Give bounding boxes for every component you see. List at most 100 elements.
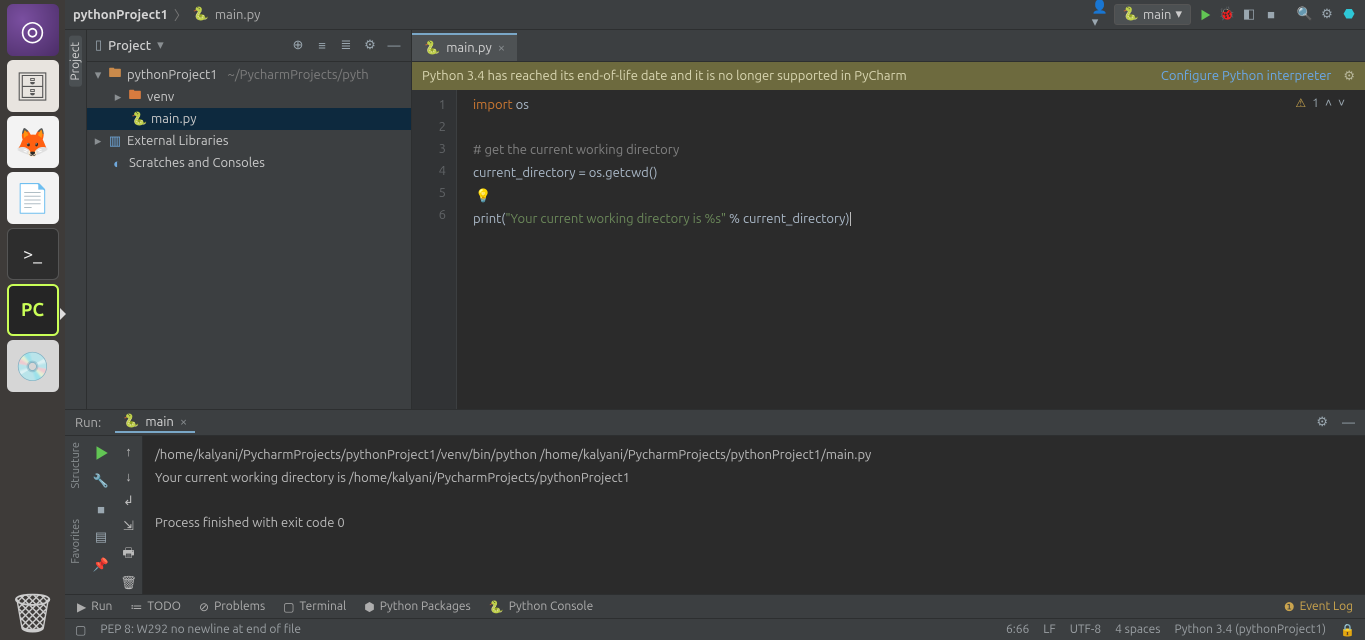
prev-highlight-icon[interactable]: ˄ (1325, 96, 1332, 110)
launcher-disc[interactable]: 💿 (7, 340, 59, 392)
warning-icon: ⚠ (1295, 96, 1306, 110)
status-cursor-position[interactable]: 6:66 (1006, 623, 1029, 636)
run-tool-window: Run: 🐍 main × ⚙ — Structure Favorites 🔧 (65, 409, 1365, 594)
banner-settings-icon[interactable]: ⚙ (1343, 69, 1355, 84)
chevron-down-icon[interactable]: ▾ (157, 38, 164, 53)
launcher-ubuntu[interactable]: ◎ (7, 4, 59, 56)
tree-mainpy[interactable]: 🐍 main.py (87, 108, 411, 130)
library-icon: ▥ (107, 134, 123, 149)
project-tool-button[interactable]: Project (69, 36, 82, 87)
rerun-button[interactable] (92, 444, 110, 462)
chevron-down-icon[interactable]: ▾ (93, 68, 103, 83)
code-string: "Your current working directory is %s" (505, 212, 726, 226)
settings-button[interactable]: ⚙ (1319, 7, 1335, 23)
chevron-down-icon: ▾ (1175, 7, 1182, 22)
code-with-me-button[interactable]: ⬣ (1341, 7, 1357, 23)
scroll-end-button[interactable]: ⇲ (123, 519, 134, 534)
launcher-trash[interactable]: 🗑 (7, 588, 59, 640)
launcher-terminal[interactable]: >_ (7, 228, 59, 280)
tree-venv[interactable]: ▸ 🖿 venv (87, 86, 411, 108)
line-number: 1 (412, 94, 446, 116)
bottom-tool-bar: ▶ Run ≔ TODO ⊘ Problems ▢ Terminal ⬢ Pyt… (65, 594, 1365, 618)
chevron-right-icon[interactable]: ▸ (93, 134, 103, 149)
hide-panel-icon[interactable]: — (385, 37, 403, 55)
terminal-tool-button[interactable]: ▢ Terminal (283, 600, 346, 614)
bt-label: Problems (214, 600, 265, 613)
problems-tool-button[interactable]: ⊘ Problems (199, 600, 265, 614)
chevron-right-icon: 〉 (174, 5, 187, 24)
editor-gutter: 1 2 3 4 5 6 (412, 90, 457, 409)
layout-button[interactable]: ▤ (92, 528, 110, 546)
configure-interpreter-link[interactable]: Configure Python interpreter (1161, 69, 1331, 83)
status-bar: ▢ PEP 8: W292 no newline at end of file … (65, 618, 1365, 640)
run-settings-icon[interactable]: ⚙ (1316, 415, 1328, 430)
run-coverage-button[interactable]: ◧ (1241, 7, 1257, 23)
pin-button[interactable]: 📌 (92, 556, 110, 574)
code-editor[interactable]: 1 2 3 4 5 6 import os # get the current … (412, 90, 1365, 409)
status-encoding[interactable]: UTF-8 (1070, 623, 1101, 636)
readonly-lock-icon[interactable]: 🔒 (1340, 623, 1355, 637)
python-console-tool-button[interactable]: 🐍 Python Console (489, 600, 593, 614)
tree-root-label: pythonProject1 (127, 68, 218, 82)
project-view-title[interactable]: Project (108, 39, 151, 53)
run-tab-main[interactable]: 🐍 main × (115, 412, 195, 433)
print-button[interactable]: 🖶 (122, 544, 134, 566)
locate-icon[interactable]: ⊕ (289, 37, 307, 55)
tree-scratches-label: Scratches and Consoles (129, 156, 265, 170)
status-tool-icon[interactable]: ▢ (75, 623, 86, 637)
search-everywhere-button[interactable]: 🔍 (1297, 7, 1313, 23)
structure-tool-button[interactable]: Structure (70, 442, 82, 489)
intention-bulb-icon[interactable]: 💡 (475, 189, 491, 203)
add-user-icon[interactable]: 👤▾ (1092, 7, 1108, 23)
code-content[interactable]: import os # get the current working dire… (457, 90, 1365, 409)
code-text: os (513, 98, 529, 112)
close-icon[interactable]: × (180, 415, 187, 429)
event-log-button[interactable]: ❶ Event Log (1284, 600, 1353, 614)
panel-settings-icon[interactable]: ⚙ (361, 37, 379, 55)
next-highlight-icon[interactable]: ˅ (1338, 96, 1345, 110)
tab-mainpy[interactable]: 🐍 main.py × (412, 33, 517, 61)
code-func: print (473, 212, 501, 226)
project-view-icon: ▯ (95, 38, 102, 53)
navigation-bar: pythonProject1 〉 🐍 main.py 👤▾ 🐍 main ▾ 🐞… (65, 0, 1365, 30)
launcher-writer[interactable]: 📄 (7, 172, 59, 224)
chevron-right-icon[interactable]: ▸ (113, 90, 123, 105)
down-stack-button[interactable]: ↓ (125, 469, 132, 484)
line-number: 3 (412, 138, 446, 160)
launcher-pycharm[interactable]: PC (7, 284, 59, 336)
clear-button[interactable]: 🗑 (120, 576, 137, 591)
soft-wrap-button[interactable]: ↲ (123, 494, 134, 509)
breadcrumb-project[interactable]: pythonProject1 (73, 8, 168, 22)
folder-icon: 🖿 (107, 64, 123, 86)
stop-button[interactable]: ■ (1263, 7, 1279, 23)
status-interpreter[interactable]: Python 3.4 (pythonProject1) (1174, 623, 1326, 636)
collapse-all-icon[interactable]: ≣ (337, 37, 355, 55)
code-comment: # get the current working directory (473, 143, 679, 157)
run-console-output[interactable]: /home/kalyani/PycharmProjects/pythonProj… (143, 436, 1365, 594)
up-stack-button[interactable]: ↑ (125, 444, 132, 459)
tree-venv-label: venv (147, 90, 174, 104)
inspection-widget[interactable]: ⚠ 1 ˄ ˅ (1295, 96, 1345, 110)
status-line-separator[interactable]: LF (1043, 623, 1055, 636)
run-cmd-line: /home/kalyani/PycharmProjects/pythonProj… (155, 448, 871, 462)
project-tree[interactable]: ▾ 🖿 pythonProject1 ~/PycharmProjects/pyt… (87, 62, 411, 409)
run-button[interactable] (1197, 7, 1213, 23)
stop-button[interactable]: ■ (92, 500, 110, 518)
expand-all-icon[interactable]: ≡ (313, 37, 331, 55)
tree-root[interactable]: ▾ 🖿 pythonProject1 ~/PycharmProjects/pyt… (87, 64, 411, 86)
python-packages-tool-button[interactable]: ⬢ Python Packages (364, 600, 471, 614)
tree-external-libs[interactable]: ▸ ▥ External Libraries (87, 130, 411, 152)
run-tool-button[interactable]: ▶ Run (77, 600, 112, 614)
tree-scratches[interactable]: ◐ Scratches and Consoles (87, 152, 411, 174)
status-indent[interactable]: 4 spaces (1115, 623, 1160, 636)
todo-tool-button[interactable]: ≔ TODO (130, 600, 181, 614)
run-settings-button[interactable]: 🔧 (92, 472, 110, 490)
favorites-tool-button[interactable]: Favorites (70, 519, 82, 564)
launcher-files[interactable]: 🗄 (7, 60, 59, 112)
breadcrumb-file[interactable]: main.py (215, 8, 261, 22)
launcher-firefox[interactable]: 🦊 (7, 116, 59, 168)
hide-run-icon[interactable]: — (1342, 416, 1355, 430)
run-configuration-selector[interactable]: 🐍 main ▾ (1114, 4, 1191, 25)
close-tab-icon[interactable]: × (498, 41, 505, 55)
debug-button[interactable]: 🐞 (1219, 7, 1235, 23)
